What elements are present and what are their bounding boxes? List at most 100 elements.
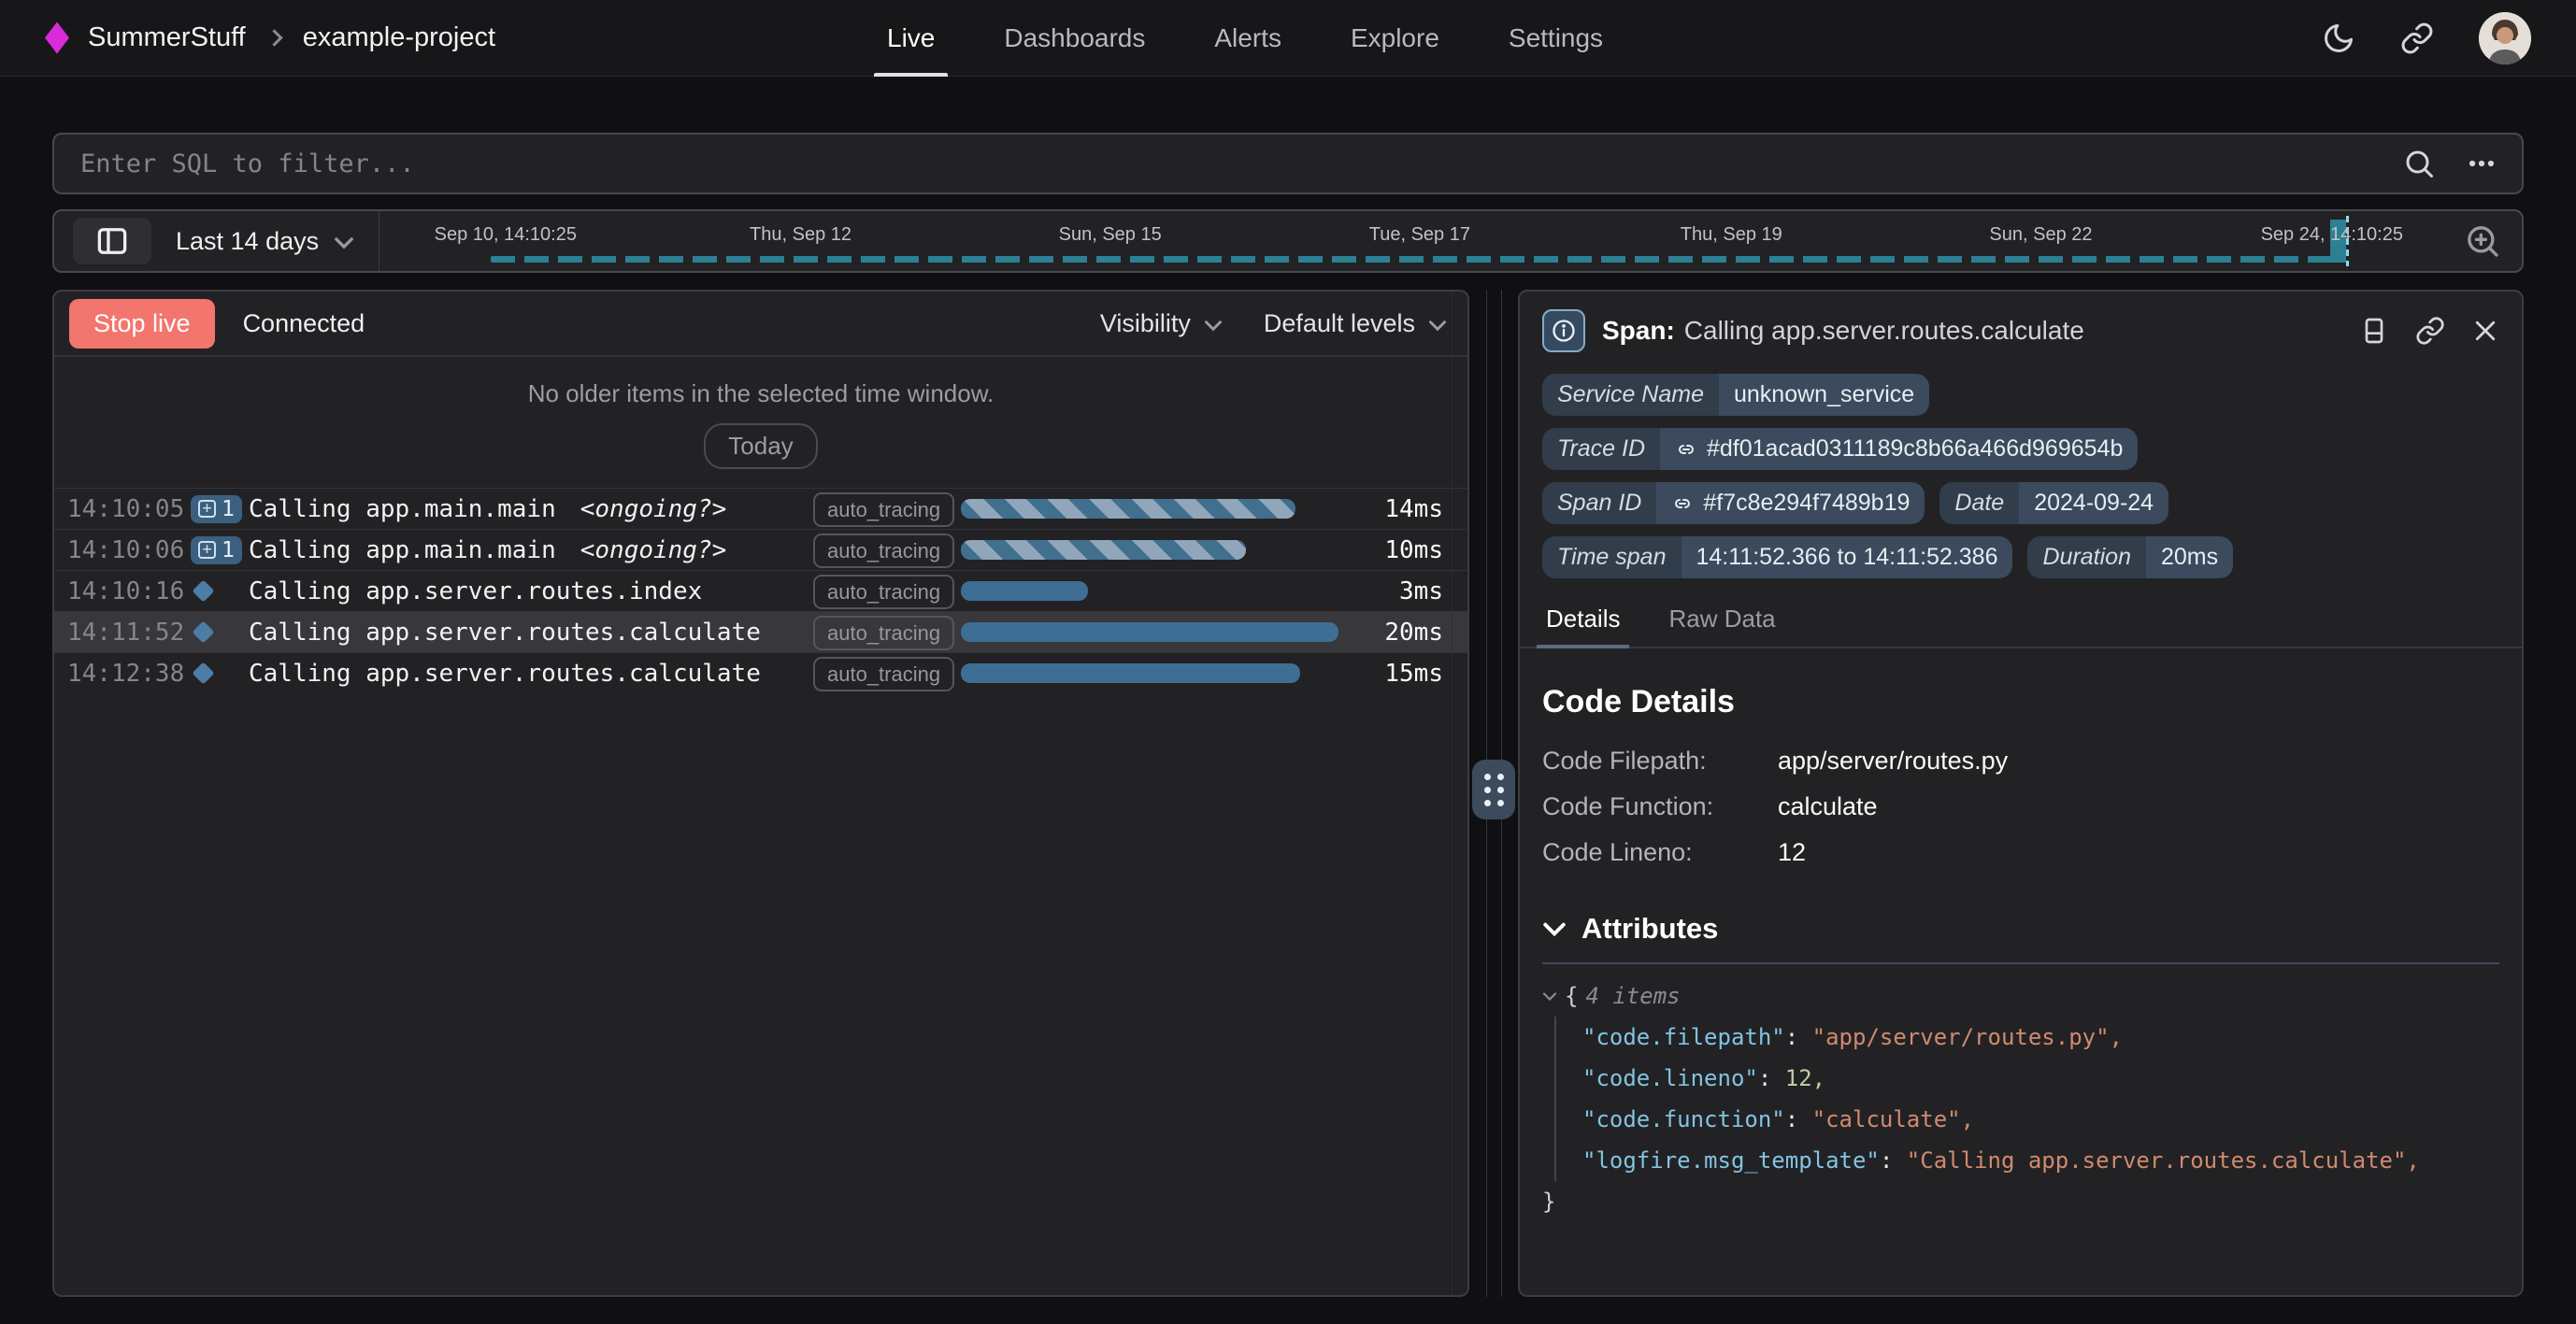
search-icon[interactable] — [2402, 147, 2436, 180]
zoom-in-icon[interactable] — [2443, 222, 2522, 260]
sql-filter-input[interactable] — [79, 149, 2402, 179]
log-message: Calling app.main.main<ongoing?> — [249, 495, 813, 523]
tab-live[interactable]: Live — [887, 0, 935, 77]
user-avatar[interactable] — [2479, 12, 2531, 64]
log-timestamp: 14:10:05 — [67, 495, 191, 523]
tag-auto-tracing[interactable]: auto_tracing — [813, 657, 954, 691]
json-root-line: { 4 items — [1542, 975, 2499, 1017]
tag-auto-tracing[interactable]: auto_tracing — [813, 575, 954, 609]
sidebar-toggle-icon[interactable] — [73, 218, 151, 264]
span-title: Span:Calling app.server.routes.calculate — [1602, 316, 2084, 346]
code-detail-value: calculate — [1778, 792, 2499, 821]
badge-service-name[interactable]: Service Nameunknown_service — [1542, 374, 1929, 416]
badge-value: 14:11:52.366 to 14:11:52.386 — [1682, 536, 2013, 578]
badge-date[interactable]: Date2024-09-24 — [1939, 482, 2168, 524]
visibility-dropdown[interactable]: Visibility — [1100, 309, 1223, 338]
badge-time-span[interactable]: Time span14:11:52.366 to 14:11:52.386 — [1542, 536, 2012, 578]
copy-link-icon[interactable] — [2415, 316, 2445, 346]
collapse-chevron-icon[interactable] — [1542, 991, 1557, 1002]
duration-label: 14ms — [1346, 495, 1443, 523]
ongoing-suffix: <ongoing?> — [580, 495, 727, 523]
tag-auto-tracing[interactable]: auto_tracing — [813, 534, 954, 568]
split-panel-icon[interactable] — [2359, 316, 2389, 346]
attribute-value: "app/server/routes.py", — [1812, 1024, 2123, 1050]
log-message: Calling app.server.routes.index — [249, 577, 813, 605]
tab-explore[interactable]: Explore — [1351, 0, 1439, 77]
log-timestamp: 14:10:16 — [67, 577, 191, 605]
more-options-icon[interactable] — [2466, 148, 2497, 179]
collapsed-spans-badge[interactable]: +1 — [191, 536, 242, 564]
default-levels-dropdown[interactable]: Default levels — [1264, 309, 1447, 338]
tab-settings[interactable]: Settings — [1509, 0, 1603, 77]
time-range-dropdown[interactable]: Last 14 days — [176, 227, 354, 256]
log-row[interactable]: 14:11:52Calling app.server.routes.calcul… — [54, 611, 1467, 652]
badge-label: Duration — [2027, 536, 2146, 578]
detail-tabs: Details Raw Data — [1520, 597, 2522, 648]
visibility-label: Visibility — [1100, 309, 1191, 338]
detail-tab-raw-data[interactable]: Raw Data — [1665, 597, 1779, 647]
code-detail-row: Code Filepath:app/server/routes.py — [1542, 747, 2499, 776]
duration-label: 10ms — [1346, 536, 1443, 564]
span-detail-header: Span:Calling app.server.routes.calculate — [1520, 297, 2522, 364]
log-row[interactable]: 14:10:06+1Calling app.main.main<ongoing?… — [54, 529, 1467, 570]
breadcrumb-chevron-icon — [265, 29, 282, 46]
project-name[interactable]: example-project — [303, 22, 495, 53]
timeline-track[interactable]: Sep 10, 14:10:25Thu, Sep 12Sun, Sep 15Tu… — [379, 211, 2443, 271]
attributes-json-viewer: { 4 items "code.filepath": "app/server/r… — [1542, 975, 2499, 1222]
detail-tab-details[interactable]: Details — [1542, 597, 1624, 647]
tab-dashboards[interactable]: Dashboards — [1004, 0, 1145, 77]
span-diamond-icon — [192, 620, 214, 643]
panel-resize-grip[interactable] — [1472, 760, 1515, 819]
chevron-down-icon — [1204, 309, 1223, 338]
live-header: Stop live Connected Visibility Default l… — [54, 292, 1467, 357]
badge-value: 2024-09-24 — [2019, 482, 2168, 524]
span-detail-panel: Span:Calling app.server.routes.calculate… — [1518, 290, 2524, 1297]
log-timestamp: 14:12:38 — [67, 660, 191, 688]
code-detail-value: 12 — [1778, 838, 2499, 867]
today-button[interactable]: Today — [704, 423, 817, 469]
badge-trace-id[interactable]: Trace ID#df01acad0311189c8b66a466d969654… — [1542, 428, 2138, 470]
log-row[interactable]: 14:10:05+1Calling app.main.main<ongoing?… — [54, 488, 1467, 529]
tag-auto-tracing[interactable]: auto_tracing — [813, 492, 954, 527]
duration-label: 20ms — [1346, 619, 1443, 647]
badge-span-id[interactable]: Span ID#f7c8e294f7489b19 — [1542, 482, 1925, 524]
duration-bar-lane — [961, 622, 1346, 642]
time-range-bar: Last 14 days Sep 10, 14:10:25Thu, Sep 12… — [52, 209, 2524, 273]
attribute-entry: "logfire.msg_template": "Calling app.ser… — [1582, 1140, 2499, 1181]
span-message: Calling app.server.routes.calculate — [1684, 316, 2084, 345]
tag-auto-tracing[interactable]: auto_tracing — [813, 616, 954, 650]
close-icon[interactable] — [2471, 317, 2499, 345]
duration-label: 15ms — [1346, 660, 1443, 688]
collapsed-count: 1 — [222, 538, 235, 562]
attribute-value: "calculate", — [1812, 1106, 1974, 1132]
dark-mode-moon-icon[interactable] — [2322, 21, 2355, 55]
badge-duration[interactable]: Duration20ms — [2027, 536, 2233, 578]
org-name[interactable]: SummerStuff — [88, 22, 246, 53]
duration-bar-lane — [961, 540, 1346, 560]
log-row[interactable]: 14:12:38 Calling app.server.routes.calcul… — [54, 652, 1467, 693]
attribute-value: 12, — [1785, 1065, 1825, 1091]
code-details-heading: Code Details — [1542, 684, 2499, 720]
attribute-entry: "code.filepath": "app/server/routes.py", — [1582, 1017, 2499, 1058]
expand-plus-icon: + — [198, 500, 216, 518]
sql-filter-bar — [52, 133, 2524, 194]
attributes-header[interactable]: Attributes — [1542, 912, 2499, 946]
chevron-down-icon — [1542, 921, 1567, 937]
log-rows: 14:10:05+1Calling app.main.main<ongoing?… — [54, 488, 1467, 693]
logo-diamond-icon[interactable] — [45, 22, 69, 54]
timeline-activity-dashes — [491, 256, 2340, 263]
stop-live-button[interactable]: Stop live — [69, 299, 215, 349]
collapsed-count: 1 — [222, 497, 235, 521]
duration-bar-lane — [961, 499, 1346, 519]
time-range-label: Last 14 days — [176, 227, 319, 256]
share-link-icon[interactable] — [2400, 21, 2434, 55]
tab-alerts[interactable]: Alerts — [1214, 0, 1281, 77]
scrollbar-track[interactable] — [1452, 292, 1453, 1295]
collapsed-spans-badge[interactable]: +1 — [191, 495, 242, 523]
attributes-section: Attributes { 4 items "code.filepath": "a… — [1520, 912, 2522, 1222]
timeline-tick: Thu, Sep 12 — [750, 224, 852, 246]
log-message: Calling app.server.routes.calculate — [249, 660, 813, 688]
span-info-icon — [1542, 309, 1585, 352]
log-row[interactable]: 14:10:16 Calling app.server.routes.indexa… — [54, 570, 1467, 611]
breadcrumb: SummerStuff example-project — [45, 22, 495, 54]
